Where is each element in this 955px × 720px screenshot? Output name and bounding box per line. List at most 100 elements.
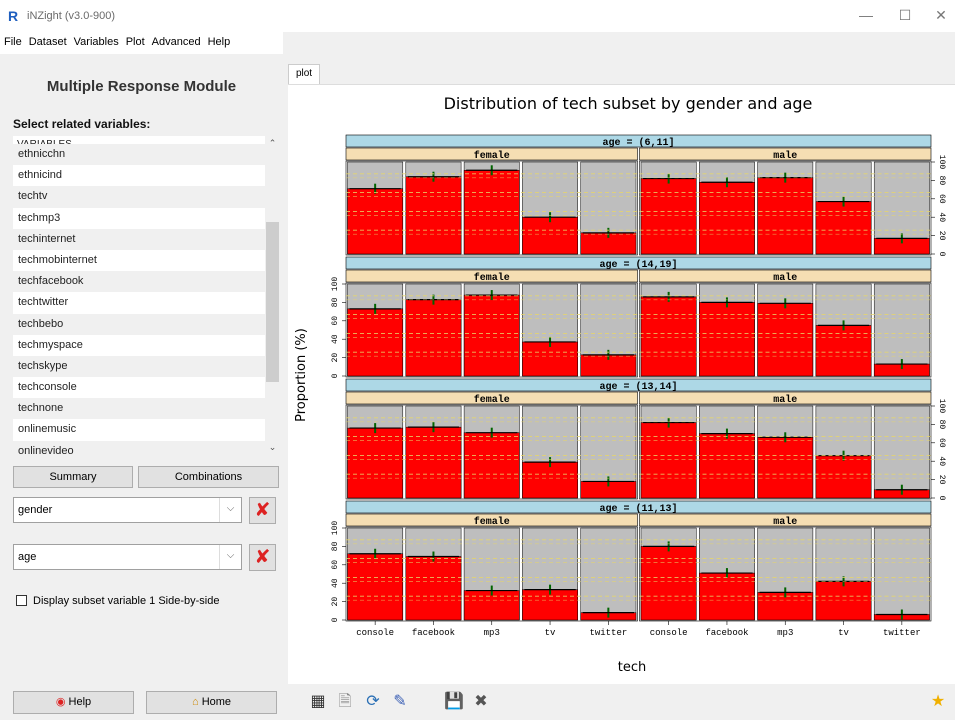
age-strip-label: age = (13,14] xyxy=(599,381,677,393)
variable-item[interactable]: onlinevideo xyxy=(13,440,265,456)
maximize-button[interactable]: ☐ xyxy=(895,6,915,24)
bar xyxy=(699,302,755,377)
plot-area: Distribution of tech subset by gender an… xyxy=(288,84,955,684)
window-title: iNZight (v3.0-900) xyxy=(27,10,116,22)
variable-item[interactable]: onlinemusic xyxy=(13,419,265,440)
module-title: Multiple Response Module xyxy=(46,78,237,95)
y-tick-label: 60 xyxy=(937,194,946,204)
bar xyxy=(522,216,578,255)
minimize-button[interactable]: — xyxy=(856,6,876,24)
y-tick-label: 20 xyxy=(331,597,340,607)
y-tick-label: 0 xyxy=(331,617,340,622)
remove-subset2-button[interactable]: ✘ xyxy=(249,544,276,571)
close-icon[interactable]: ✖ xyxy=(471,692,491,712)
age-strip-label: age = (14,19] xyxy=(599,259,677,271)
x-tick-label: facebook xyxy=(705,628,748,638)
y-tick-label: 60 xyxy=(331,316,340,326)
bar xyxy=(757,177,814,255)
menu-plot[interactable]: Plot xyxy=(122,32,148,48)
home-label: Home xyxy=(201,696,232,708)
variable-item[interactable]: techbebo xyxy=(13,313,265,335)
bar xyxy=(640,546,697,621)
combinations-button[interactable]: Combinations xyxy=(138,466,279,488)
summary-button[interactable]: Summary xyxy=(13,466,133,488)
gender-strip-label: male xyxy=(773,272,797,284)
scroll-thumb[interactable] xyxy=(266,222,279,382)
refresh-icon[interactable]: ⟳ xyxy=(363,692,383,712)
variables-scrollbar[interactable]: ⌃ ⌄ xyxy=(265,136,280,456)
bar xyxy=(347,553,404,621)
y-tick-label: 40 xyxy=(937,456,946,466)
menu-advanced[interactable]: Advanced xyxy=(148,32,204,48)
y-tick-label: 20 xyxy=(937,475,946,485)
y-tick-label: 40 xyxy=(937,212,946,222)
variable-item[interactable]: techinternet xyxy=(13,228,265,250)
bar-background xyxy=(873,527,930,621)
bar xyxy=(699,433,755,499)
variable-item[interactable]: techconsole xyxy=(13,377,265,398)
menu-file[interactable]: File xyxy=(0,32,25,48)
new-doc-icon[interactable]: 🗎 xyxy=(335,692,355,712)
side-by-side-option[interactable]: Display subset variable 1 Side-by-side xyxy=(16,595,219,607)
variable-item[interactable]: techskype xyxy=(13,355,265,378)
select-variables-label: Select related variables: xyxy=(13,117,151,131)
subset1-select[interactable]: gender ⌵ xyxy=(13,497,242,523)
remove-subset1-button[interactable]: ✘ xyxy=(249,497,276,524)
help-label: Help xyxy=(68,696,92,708)
star-icon[interactable]: ★ xyxy=(928,692,948,712)
lifebuoy-icon: ◉ xyxy=(55,696,66,708)
gender-strip-label: male xyxy=(773,150,797,162)
subset1-value: gender xyxy=(18,504,53,516)
bar-background xyxy=(580,527,637,621)
help-button[interactable]: ◉ Help xyxy=(13,691,134,714)
gender-strip-label: female xyxy=(474,516,510,528)
subset2-value: age xyxy=(18,551,37,563)
home-button[interactable]: ⌂ Home xyxy=(146,691,277,714)
y-tick-label: 60 xyxy=(331,560,340,570)
y-tick-label: 20 xyxy=(331,353,340,363)
variable-item[interactable]: techmp3 xyxy=(13,208,265,229)
variables-list[interactable]: VARIABLES ethnicchnethnicindtechtvtechmp… xyxy=(13,136,280,456)
menu-dataset[interactable]: Dataset xyxy=(25,32,70,48)
scroll-up-icon[interactable]: ⌃ xyxy=(265,138,280,149)
save-icon[interactable]: 💾 xyxy=(444,692,464,712)
close-window-button[interactable]: ✕ xyxy=(931,6,951,24)
variable-item[interactable]: ethnicchn xyxy=(13,144,265,166)
age-strip-label: age = (11,13] xyxy=(599,503,677,515)
variable-item[interactable]: ethnicind xyxy=(13,165,265,186)
gender-strip-label: male xyxy=(773,516,797,528)
inzight-icon[interactable]: ▦ xyxy=(308,692,328,712)
bar xyxy=(640,422,697,499)
edit-icon[interactable]: ✎ xyxy=(390,692,410,712)
variable-item[interactable]: techtv xyxy=(13,186,265,208)
x-tick-label: console xyxy=(650,628,688,638)
y-tick-label: 100 xyxy=(331,277,340,292)
age-strip-label: age = (6,11] xyxy=(602,137,674,149)
chevron-down-icon[interactable]: ⌵ xyxy=(219,498,241,522)
variable-item[interactable]: techmobinternet xyxy=(13,250,265,271)
x-tick-label: twitter xyxy=(589,628,627,638)
scroll-down-icon[interactable]: ⌄ xyxy=(265,442,280,453)
menu-variables[interactable]: Variables xyxy=(70,32,122,48)
variable-item[interactable]: techmyspace xyxy=(13,335,265,356)
tab-plot[interactable]: plot xyxy=(288,64,320,84)
x-tick-label: tv xyxy=(838,628,849,638)
bar xyxy=(757,437,814,499)
chart-title: Distribution of tech subset by gender an… xyxy=(444,94,813,113)
menu-bar: File Dataset Variables Plot Advanced Help xyxy=(0,32,283,54)
variable-item[interactable]: techfacebook xyxy=(13,271,265,293)
y-tick-label: 80 xyxy=(937,420,946,430)
menu-help[interactable]: Help xyxy=(204,32,234,48)
bar-background xyxy=(873,405,930,499)
variable-item[interactable]: techtwitter xyxy=(13,292,265,313)
y-tick-label: 60 xyxy=(937,438,946,448)
bar xyxy=(405,299,462,377)
chevron-down-icon[interactable]: ⌵ xyxy=(219,545,241,569)
home-icon: ⌂ xyxy=(191,696,199,708)
bar xyxy=(463,294,520,377)
side-by-side-checkbox[interactable] xyxy=(16,595,27,606)
gender-strip-label: female xyxy=(474,150,510,162)
subset2-select[interactable]: age ⌵ xyxy=(13,544,242,570)
bar xyxy=(815,201,872,255)
variable-item[interactable]: technone xyxy=(13,398,265,420)
